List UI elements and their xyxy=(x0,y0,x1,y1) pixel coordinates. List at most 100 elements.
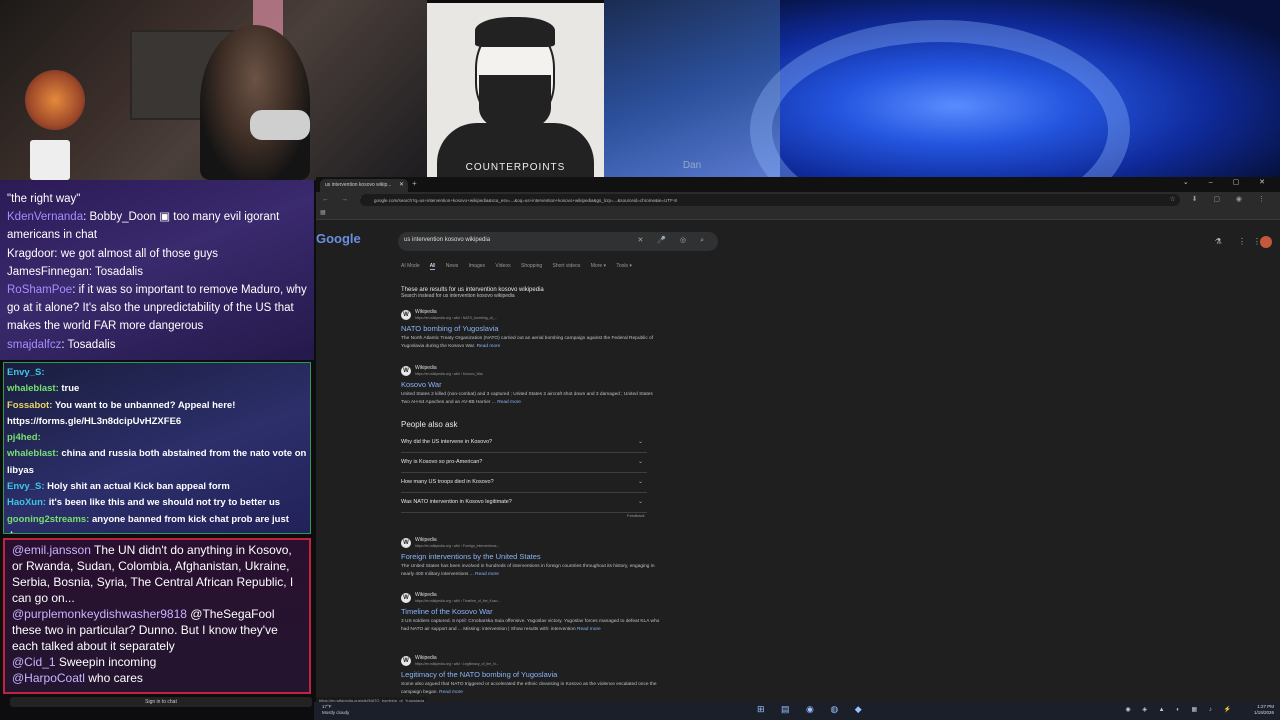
chat-panel-top: "the right way" KdenVernanda: Bobby_Doon… xyxy=(0,180,314,360)
chat-message: RoShamPoe: if it was so important to rem… xyxy=(7,284,307,333)
chat-message: whaleblast: china and russia both abstai… xyxy=(7,448,307,476)
feedback-link[interactable]: Feedback xyxy=(627,513,645,518)
chat-username: Envy_S: xyxy=(7,481,45,493)
paa-question[interactable]: Why did the US intervene in Kosovo? ⌄ xyxy=(401,435,647,453)
chat-message: HaoXun: it's been like this and we shoul… xyxy=(7,497,281,509)
paa-question[interactable]: How many US troops died in Kosovo? ⌄ xyxy=(401,475,647,493)
search-filters: AI Mode All News Images Videos Shopping … xyxy=(401,263,641,270)
streamer-webcam xyxy=(0,0,427,180)
result-item: W Wikipedia https://en.wikipedia.org › wik… xyxy=(401,309,661,350)
taskbar-clock[interactable]: 1:27 PM 1/19/2026 xyxy=(1254,704,1274,716)
search-results: These are results for us intervention ko… xyxy=(401,287,661,695)
address-bar-row: ← → ⟳ google.com/search?q=us+interventio… xyxy=(316,192,1280,208)
search-input[interactable]: us intervention kosovo wikipedia ✕ 🎤 ◎ ⌕ xyxy=(398,232,718,251)
sign-in-to-chat-button[interactable]: Sign in to chat xyxy=(10,697,312,707)
filter-short-videos[interactable]: Short videos xyxy=(553,263,581,269)
chevron-down-icon: ⌄ xyxy=(637,499,643,505)
filter-shopping[interactable]: Shopping xyxy=(521,263,542,269)
account-avatar[interactable] xyxy=(1260,236,1272,248)
result-title[interactable]: Foreign interventions by the United Stat… xyxy=(401,552,661,561)
chat-message: Kragdoor: we got almost all of those guy… xyxy=(7,247,218,260)
result-item: W Wikipedia https://en.wikipedia.org › wik… xyxy=(401,655,661,696)
chat-message: Envy_S: xyxy=(7,365,307,381)
chat-message: whaleblast: true xyxy=(7,383,80,395)
bookmarks-bar: ▦ xyxy=(316,208,1280,220)
system-tray-icons[interactable]: ◉ ◈ ▲ ◐ ▦ ♪ ⚡ xyxy=(1125,706,1236,713)
wikipedia-icon: W xyxy=(401,310,411,320)
filter-videos[interactable]: Videos xyxy=(495,263,510,269)
guest-avatar-hair xyxy=(475,17,555,47)
chat-username: @purplemonkeydishwasher9818 xyxy=(12,607,187,621)
chat-panel-youtube: @emil.jansson The UN didn't do anything … xyxy=(3,538,311,694)
wikipedia-icon: W xyxy=(401,366,411,376)
chat-username: @Cid_1 xyxy=(12,655,56,669)
browser-window: us intervention kosovo wikip... ✕ + ⌄ – ▢… xyxy=(316,177,1280,704)
chat-username: KdenVernanda xyxy=(7,211,84,224)
google-logo[interactable]: Google xyxy=(316,231,361,246)
result-title[interactable]: Kosovo War xyxy=(401,380,661,389)
chat-message: Fossabot: You want to be unbanned? Appea… xyxy=(7,399,236,427)
chat-message: @Cid_1 Sweepin incoming xyxy=(12,655,157,669)
browser-toolbar-icons[interactable]: ☆ ⬇ ▢ ◉ ⋮ xyxy=(1169,195,1272,203)
result-item: W Wikipedia https://en.wikipedia.org › wik… xyxy=(401,365,661,406)
chat-message: JamesFinnegan: Tosadalis xyxy=(7,265,143,278)
filter-images[interactable]: Images xyxy=(469,263,485,269)
counterpoints-guest-panel: COUNTERPOINTS xyxy=(427,3,604,177)
guest-avatar-beard xyxy=(479,75,551,130)
filter-more[interactable]: More ▾ xyxy=(591,263,606,269)
search-query: us intervention kosovo wikipedia xyxy=(404,237,491,243)
filter-tools[interactable]: Tools ▾ xyxy=(616,263,632,269)
chat-username: whaleblast: xyxy=(7,448,59,460)
wikipedia-icon: W xyxy=(401,593,411,603)
chevron-down-icon: ⌄ xyxy=(637,479,643,485)
chat-username: whaleblast: xyxy=(7,383,59,395)
desktop-wallpaper xyxy=(750,0,1280,240)
window-controls[interactable]: ⌄ – ▢ ✕ xyxy=(1183,178,1274,186)
chat-message: @HarpoCoatl who cares xyxy=(12,671,143,685)
search-box-icons[interactable]: ✕ 🎤 ◎ ⌕ xyxy=(638,236,710,245)
chat-message: @emil.jansson The UN didn't do anything … xyxy=(12,543,294,605)
dan-label: Dan xyxy=(682,160,702,171)
result-title[interactable]: Timeline of the Kosovo War xyxy=(401,607,661,616)
wikipedia-icon: W xyxy=(401,656,411,666)
filter-news[interactable]: News xyxy=(446,263,459,269)
chat-message: "the right way" xyxy=(7,193,81,205)
paa-question[interactable]: Was NATO intervention in Kosovo legitima… xyxy=(401,495,647,513)
filter-ai-mode[interactable]: AI Mode xyxy=(401,263,420,269)
chat-message: Envy_S: Holy shit an actual Kick ban app… xyxy=(7,481,230,493)
chat-message: @purplemonkeydishwasher9818 @TheSegaFool… xyxy=(12,607,278,653)
new-tab-icon[interactable]: + xyxy=(412,179,417,188)
wikipedia-icon: W xyxy=(401,538,411,548)
chat-username: HaoXun: xyxy=(7,497,47,509)
address-bar[interactable]: google.com/search?q=us+intervention+koso… xyxy=(360,194,1180,206)
weather-widget[interactable]: 17°F Mostly cloudy xyxy=(322,704,349,715)
taskbar-app-icons[interactable]: ⊞ ▤ ◉ ◍ ◆ xyxy=(757,704,869,715)
chat-message: gooning2streams: anyone banned from kick… xyxy=(7,513,289,533)
filter-all[interactable]: All xyxy=(429,263,436,270)
apps-icon[interactable]: ▦ xyxy=(320,209,326,216)
chat-username: gooning2streams: xyxy=(7,513,90,525)
result-item: W Wikipedia https://en.wikipedia.org › wik… xyxy=(401,592,661,632)
chat-message: KdenVernanda: Bobby_Doon ▣ too many evil… xyxy=(7,211,280,242)
chat-username: Envy_S: xyxy=(7,367,45,378)
counterpoints-label: COUNTERPOINTS xyxy=(465,162,566,173)
chat-username: RoShamPoe xyxy=(7,284,73,297)
paa-question[interactable]: Why is Kosovo so pro-American? ⌄ xyxy=(401,455,647,473)
chat-username: Fossabot: xyxy=(7,399,53,411)
chat-username: @HarpoCoatl xyxy=(12,671,85,685)
chevron-down-icon: ⌄ xyxy=(637,459,643,465)
chat-message: smajdalfcz: Tosadalis xyxy=(7,338,116,351)
chat-panel-kick: Envy_S: whaleblast: true Fossabot: You w… xyxy=(3,362,311,534)
webcam-lamp xyxy=(25,70,85,130)
result-item: W Wikipedia https://en.wikipedia.org › wik… xyxy=(401,537,661,578)
tab-bar: us intervention kosovo wikip... ✕ + ⌄ – ▢… xyxy=(316,177,1280,192)
webcam-person xyxy=(200,25,310,180)
chat-message: pj4hed: xyxy=(7,430,307,446)
close-tab-icon[interactable]: ✕ xyxy=(399,181,404,188)
result-title[interactable]: NATO bombing of Yugoslavia xyxy=(401,324,661,333)
result-title[interactable]: Legitimacy of the NATO bombing of Yugosl… xyxy=(401,670,661,679)
people-also-ask-title: People also ask xyxy=(401,420,458,429)
browser-tab[interactable]: us intervention kosovo wikip... ✕ xyxy=(320,179,408,192)
chat-username: smajdalfcz xyxy=(7,338,62,351)
search-instead[interactable]: Search instead for us intervention kosov… xyxy=(401,293,661,299)
